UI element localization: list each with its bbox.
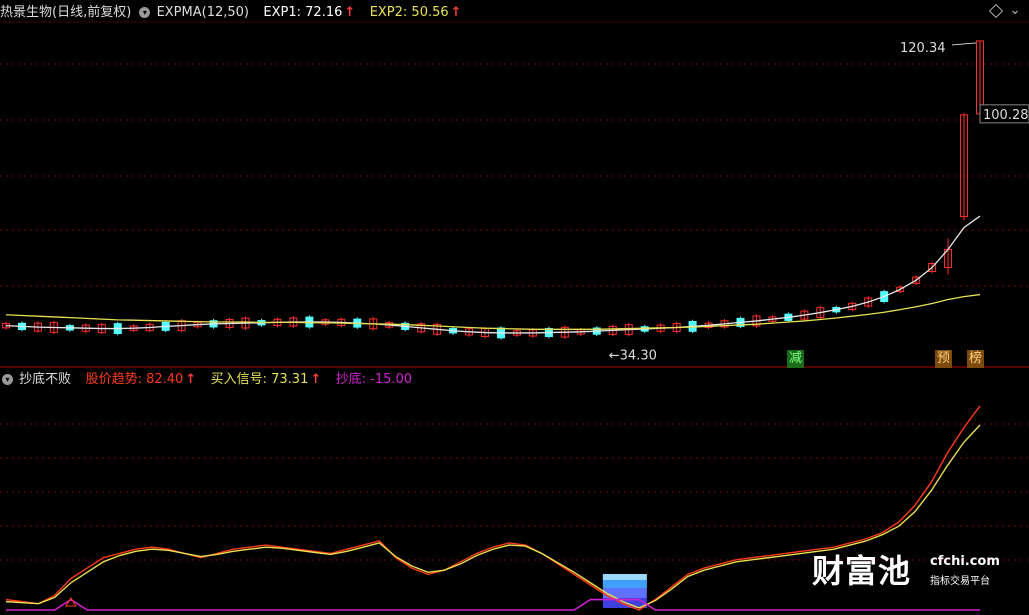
- buy-signal-value: 买入信号: 73.31: [210, 372, 309, 387]
- up-arrow-icon: ↑: [310, 372, 322, 387]
- exp1-value: EXP1: 72.16: [263, 5, 343, 20]
- expma-indicator-label[interactable]: EXPMA(12,50): [157, 5, 249, 20]
- stock-title[interactable]: 热景生物(日线,前复权): [0, 5, 131, 20]
- bottom-value: 抄底: -15.00: [335, 372, 413, 387]
- last-price-label: 100.28 -: [983, 108, 1029, 123]
- sub-panel-header: ▾ 抄底不败 股价趋势: 82.40 ↑ 买入信号: 73.31 ↑ 抄底: -15…: [0, 370, 414, 390]
- exp1-line: [5, 215, 981, 334]
- watermark-url: cfchi.com: [930, 554, 1000, 569]
- main-panel-header: 热景生物(日线,前复权) ▾ EXPMA(12,50) EXP1: 72.16 ↑…: [0, 3, 464, 23]
- trend-value: 股价趋势: 82.40: [85, 372, 184, 387]
- high-price-label: 120.34: [900, 41, 946, 56]
- watermark-brand: 财富池: [812, 552, 912, 590]
- grid-lines: [0, 21, 1029, 561]
- up-arrow-icon: ↑: [185, 372, 197, 387]
- pre-signal-badge[interactable]: 预: [935, 350, 953, 368]
- rank-signal-badge[interactable]: 榜: [967, 350, 985, 368]
- dropdown-icon[interactable]: ▾: [2, 374, 13, 385]
- reduce-signal-badge[interactable]: 减: [787, 350, 805, 368]
- candlestick-panel[interactable]: 120.34 ←34.30 100.28 -: [2, 40, 1029, 364]
- sub-indicator-name[interactable]: 抄底不败: [19, 372, 71, 387]
- watermark-subtitle: 指标交易平台: [930, 576, 990, 587]
- exp2-value: EXP2: 50.56: [369, 5, 449, 20]
- up-arrow-icon: ↑: [344, 5, 356, 20]
- dropdown-icon[interactable]: ▾: [139, 7, 151, 18]
- watermark: 财富池 cfchi.com 指标交易平台: [812, 546, 1000, 592]
- bottom-zone-block: [602, 574, 647, 580]
- high-price-pointer: [951, 42, 977, 46]
- stock-chart-canvas[interactable]: 120.34 ←34.30 100.28 -: [0, 0, 1029, 615]
- low-price-label: ←34.30: [609, 349, 657, 364]
- chevron-down-icon[interactable]: ⌄: [1009, 2, 1021, 18]
- up-arrow-icon: ↑: [450, 5, 462, 20]
- bottom-line: [6, 598, 980, 611]
